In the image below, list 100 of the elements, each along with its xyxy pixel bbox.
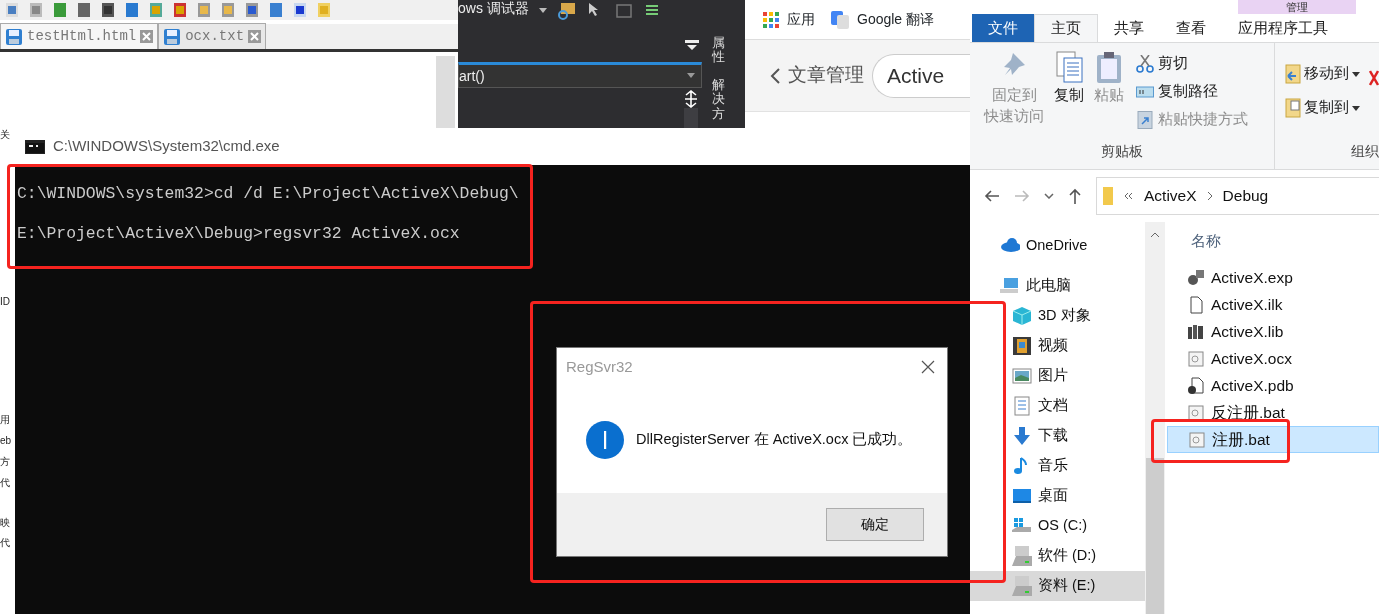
nav-item[interactable]: 桌面 [970, 481, 1145, 511]
back-link[interactable]: 文章管理 [770, 61, 864, 90]
save-icon [5, 27, 23, 46]
member-dropdown[interactable]: art() [458, 62, 702, 88]
path-icon [1136, 83, 1154, 101]
ribbon-button[interactable]: 复制路径 [1136, 79, 1248, 105]
nav-item[interactable]: 下载 [970, 421, 1145, 451]
caret-icon [1352, 71, 1360, 77]
clipboard-icon [1094, 51, 1124, 85]
ribbon-button[interactable]: 复制到 [1285, 97, 1379, 119]
save-icon [163, 27, 182, 46]
back-icon[interactable] [984, 189, 1000, 203]
side-tab[interactable]: 解决方 [712, 78, 725, 121]
file-tab[interactable]: ocx.txt [158, 23, 267, 49]
nav-item[interactable]: 文档 [970, 391, 1145, 421]
side-tab[interactable]: 属性 [712, 36, 725, 65]
caret-icon [687, 73, 695, 79]
computer-icon [1000, 276, 1020, 296]
file-icon [1188, 430, 1206, 449]
nav-item[interactable]: 此电脑 [970, 271, 1145, 301]
file-item[interactable]: ActiveX.exp [1167, 264, 1379, 291]
group-label: 组织 [1350, 142, 1379, 161]
nav-item[interactable]: 视频 [970, 331, 1145, 361]
ribbon-button[interactable]: 剪切 [1136, 51, 1248, 77]
tab-label: ocx.txt [185, 27, 245, 46]
code-text: 用 [0, 413, 11, 427]
image-icon [1012, 366, 1032, 386]
console-line: E:\Project\ActiveX\Debug>regsvr32 ActiveX.ocx [17, 224, 461, 244]
dialog-message: DllRegisterServer 在 ActiveX.ocx 已成功。 [636, 429, 913, 449]
ribbon-tab[interactable]: 主页 [1034, 14, 1098, 42]
bookmark[interactable]: Google 翻译 [831, 9, 935, 30]
group-label: 剪贴板 [1100, 142, 1144, 161]
ribbon-tab[interactable]: 共享 [1098, 14, 1160, 42]
copy-icon [1054, 51, 1084, 85]
file-item[interactable]: ActiveX.pdb [1167, 372, 1379, 399]
ribbon-tab[interactable]: 应用程序工具 [1222, 14, 1344, 42]
toolbar-icon[interactable] [292, 2, 308, 18]
shortcut-icon [1136, 111, 1154, 129]
move-to-icon [1285, 63, 1301, 85]
scroll-up-icon[interactable] [1150, 232, 1160, 238]
nav-item[interactable]: 音乐 [970, 451, 1145, 481]
drive-icon [1012, 576, 1032, 596]
address-bar[interactable]: ActiveX Debug [1096, 177, 1379, 215]
toolbar-icon[interactable] [76, 2, 92, 18]
caret-icon[interactable] [538, 8, 547, 14]
delete-icon [1369, 70, 1379, 86]
ribbon-tab[interactable]: 文件 [972, 14, 1034, 42]
desktop-icon [1012, 486, 1032, 506]
folder-icon [1102, 186, 1114, 206]
file-item[interactable]: ActiveX.lib [1167, 318, 1379, 345]
scrollbar[interactable] [436, 56, 455, 128]
split-icon[interactable] [683, 90, 699, 108]
toolbar-label[interactable]: ows 调试器 [458, 0, 529, 19]
scrollbar-thumb[interactable] [1146, 458, 1164, 614]
search-field[interactable]: Active [872, 53, 970, 98]
ribbon-tab[interactable]: 查看 [1160, 14, 1222, 42]
file-icon [1187, 322, 1205, 341]
code-text: ID [0, 295, 11, 309]
window-icon[interactable] [614, 2, 633, 20]
code-text: 代 [0, 536, 11, 550]
scrollbar[interactable] [1145, 222, 1165, 614]
translate-icon [831, 10, 849, 29]
nav-item[interactable]: 软件 (D:) [970, 541, 1145, 571]
breadcrumb[interactable]: ActiveX [1144, 184, 1197, 208]
nav-item[interactable]: 资料 (E:) [970, 571, 1145, 601]
bookmark[interactable]: 应用 [763, 9, 815, 30]
context-tab-header: 管理 [1238, 0, 1356, 14]
ok-button[interactable]: 确定 [826, 508, 924, 541]
nav-item[interactable]: 3D 对象 [970, 301, 1145, 331]
console-line: C:\WINDOWS\system32>cd /d E:\Project\ActiveX\Debug\ [17, 184, 520, 204]
file-icon [1187, 295, 1205, 314]
caret-icon[interactable] [1044, 193, 1054, 199]
column-header[interactable]: 名称 [1167, 226, 1379, 256]
ribbon-button[interactable]: 复制 [1054, 51, 1084, 141]
tab-label: testHtml.html [27, 27, 137, 46]
toolbar-icon[interactable] [100, 2, 116, 18]
ribbon-button[interactable]: 移动到 [1285, 63, 1379, 85]
breadcrumb[interactable]: Debug [1222, 184, 1269, 208]
nav-item[interactable]: 图片 [970, 361, 1145, 391]
code-text: 关 [0, 128, 11, 142]
scrollbar[interactable] [684, 108, 698, 128]
terminal-icon [25, 139, 45, 154]
folder-search-icon[interactable] [556, 2, 577, 20]
toolbar-icon[interactable] [244, 2, 260, 18]
file-item[interactable]: ActiveX.ocx [1167, 345, 1379, 372]
nav-item[interactable]: OS (C:) [970, 511, 1145, 541]
file-item[interactable]: ActiveX.ilk [1167, 291, 1379, 318]
close-icon[interactable] [921, 360, 935, 374]
copy-to-icon [1285, 97, 1301, 119]
nav-item[interactable]: OneDrive [970, 231, 1145, 261]
file-icon [1187, 349, 1205, 368]
file-item[interactable]: 注册.bat [1167, 426, 1379, 453]
up-icon[interactable] [1068, 188, 1082, 204]
scissors-icon [1136, 55, 1154, 73]
info-icon [586, 420, 624, 459]
file-tab[interactable]: testHtml.html [0, 23, 159, 49]
download-icon [1012, 426, 1032, 446]
dialog-title: RegSvr32 [566, 356, 633, 377]
cube-icon [1012, 306, 1032, 326]
file-icon [1187, 376, 1205, 395]
